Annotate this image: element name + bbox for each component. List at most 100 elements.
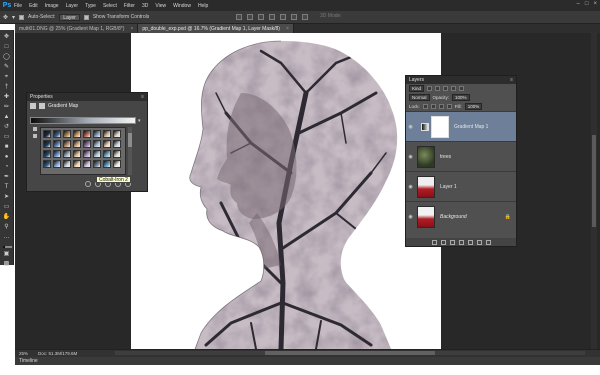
menu-layer[interactable]: Layer: [66, 3, 79, 9]
align-right-icon[interactable]: [291, 14, 297, 20]
gradient-preset-chip[interactable]: [113, 130, 121, 138]
properties-header[interactable]: Properties ≡: [27, 93, 147, 101]
gradient-preset-chip[interactable]: [103, 150, 111, 158]
timeline-panel-tab[interactable]: Timeline: [15, 357, 600, 365]
background-color-swatch[interactable]: [5, 246, 12, 248]
lock-pixels-icon[interactable]: [430, 104, 436, 109]
menu-file[interactable]: File: [14, 3, 22, 9]
layer-gradient-map[interactable]: ◉ Gradient Map 1: [406, 111, 516, 141]
menu-image[interactable]: Image: [45, 3, 59, 9]
gradient-preset-chip[interactable]: [53, 140, 61, 148]
horizontal-scrollbar[interactable]: [115, 351, 585, 355]
dodge-tool-icon[interactable]: ◔: [2, 164, 11, 171]
gradient-preset-chip[interactable]: [63, 150, 71, 158]
eyedropper-tool-icon[interactable]: †: [2, 84, 11, 91]
shape-tool-icon[interactable]: ▭: [2, 204, 11, 211]
gradient-preset-chip[interactable]: [53, 150, 61, 158]
tab-multi01[interactable]: multi01.DNG @ 25% (Gradient Map 1, RGB/8…: [15, 24, 139, 33]
gradient-preset-chip[interactable]: [53, 160, 61, 168]
gradient-preset-chip[interactable]: [113, 140, 121, 148]
new-layer-icon[interactable]: [476, 239, 482, 245]
scroll-thumb[interactable]: [128, 133, 132, 147]
more-tools-icon[interactable]: …: [2, 234, 11, 241]
vertical-scrollbar[interactable]: [591, 33, 597, 349]
gradient-preset-chip[interactable]: [83, 140, 91, 148]
tab-double-exposure[interactable]: pp_double_exp.psd @ 16.7% (Gradient Map …: [138, 24, 294, 33]
layer-trees[interactable]: ◉ trees: [406, 141, 516, 171]
transform-controls-checkbox[interactable]: [83, 14, 89, 20]
maximize-icon[interactable]: □: [585, 1, 589, 7]
gradient-preset-chip[interactable]: [103, 130, 111, 138]
gradient-preset-chip[interactable]: [113, 160, 121, 168]
eraser-tool-icon[interactable]: ▭: [2, 134, 11, 141]
picker-scrollbar[interactable]: [128, 127, 132, 175]
pen-tool-icon[interactable]: ✒: [2, 174, 11, 181]
zoom-level[interactable]: 25%: [19, 351, 28, 356]
gradient-preset-chip[interactable]: [73, 150, 81, 158]
quick-select-tool-icon[interactable]: ✎: [2, 64, 11, 71]
chevron-down-icon[interactable]: ▾: [138, 118, 141, 124]
history-brush-tool-icon[interactable]: ↺: [2, 124, 11, 131]
clip-to-layer-icon[interactable]: [85, 181, 91, 187]
menu-type[interactable]: Type: [85, 3, 96, 9]
filter-adjustment-icon[interactable]: [435, 86, 441, 91]
gradient-preset-chip[interactable]: [93, 140, 101, 148]
opacity-field[interactable]: 100%: [452, 94, 470, 101]
gradient-preset-chip[interactable]: [83, 150, 91, 158]
link-layers-icon[interactable]: [431, 239, 437, 245]
align-center-icon[interactable]: [280, 14, 286, 20]
menu-filter[interactable]: Filter: [124, 3, 135, 9]
lock-position-icon[interactable]: [438, 104, 444, 109]
crop-tool-icon[interactable]: ⌖: [2, 74, 11, 81]
gradient-preset-chip[interactable]: [43, 150, 51, 158]
gear-icon[interactable]: [33, 127, 37, 131]
hand-tool-icon[interactable]: ✋: [2, 214, 11, 221]
eye-icon[interactable]: ◉: [406, 184, 415, 190]
blur-tool-icon[interactable]: ●: [2, 154, 11, 161]
align-bottom-icon[interactable]: [258, 14, 264, 20]
gradient-preset-chip[interactable]: [73, 160, 81, 168]
layers-header[interactable]: Layers ≡: [406, 76, 516, 84]
checkbox-icon[interactable]: [33, 134, 37, 138]
type-tool-icon[interactable]: T: [2, 184, 11, 191]
quick-mask-icon[interactable]: ▣: [2, 251, 11, 258]
close-icon[interactable]: ×: [593, 1, 597, 7]
layer-background[interactable]: ◉ Background 🔒: [406, 201, 516, 231]
path-select-tool-icon[interactable]: ➤: [2, 194, 11, 201]
menu-3d[interactable]: 3D: [142, 3, 148, 9]
close-icon[interactable]: ×: [286, 26, 289, 32]
scroll-thumb[interactable]: [592, 135, 596, 227]
gradient-preset-chip[interactable]: [63, 140, 71, 148]
new-adjustment-icon[interactable]: [458, 239, 464, 245]
gradient-preset-chip[interactable]: [93, 150, 101, 158]
eye-icon[interactable]: ◉: [406, 214, 415, 220]
eye-icon[interactable]: ◉: [406, 124, 415, 130]
auto-select-dropdown[interactable]: Layer: [59, 13, 80, 21]
gradient-preset-chip[interactable]: [83, 130, 91, 138]
gradient-preset-chip[interactable]: [63, 160, 71, 168]
lock-transparent-icon[interactable]: [422, 104, 428, 109]
healing-tool-icon[interactable]: ✚: [2, 94, 11, 101]
filter-smart-icon[interactable]: [459, 86, 465, 91]
screen-mode-icon[interactable]: ▩: [2, 261, 11, 268]
gradient-preset-chip[interactable]: [113, 150, 121, 158]
gradient-tool-icon[interactable]: ■: [2, 144, 11, 151]
filter-shape-icon[interactable]: [451, 86, 457, 91]
gradient-preset-chip[interactable]: [73, 140, 81, 148]
mask-icon[interactable]: [39, 102, 45, 109]
layer-style-icon[interactable]: [440, 239, 446, 245]
panel-menu-icon[interactable]: ≡: [141, 93, 144, 101]
gradient-preset-chip[interactable]: [103, 140, 111, 148]
move-tool-icon[interactable]: ✥: [3, 14, 8, 21]
brush-tool-icon[interactable]: ✏: [2, 104, 11, 111]
gradient-preset-chip[interactable]: [83, 160, 91, 168]
document-canvas[interactable]: [131, 33, 441, 349]
menu-edit[interactable]: Edit: [29, 3, 38, 9]
gradient-preset-chip[interactable]: [43, 130, 51, 138]
gradient-preset-chip[interactable]: [73, 130, 81, 138]
marquee-tool-icon[interactable]: □: [2, 44, 11, 51]
gradient-preview-bar[interactable]: [30, 117, 136, 124]
lasso-tool-icon[interactable]: ◯: [2, 54, 11, 61]
close-icon[interactable]: ×: [130, 26, 133, 32]
menu-window[interactable]: Window: [173, 3, 191, 9]
